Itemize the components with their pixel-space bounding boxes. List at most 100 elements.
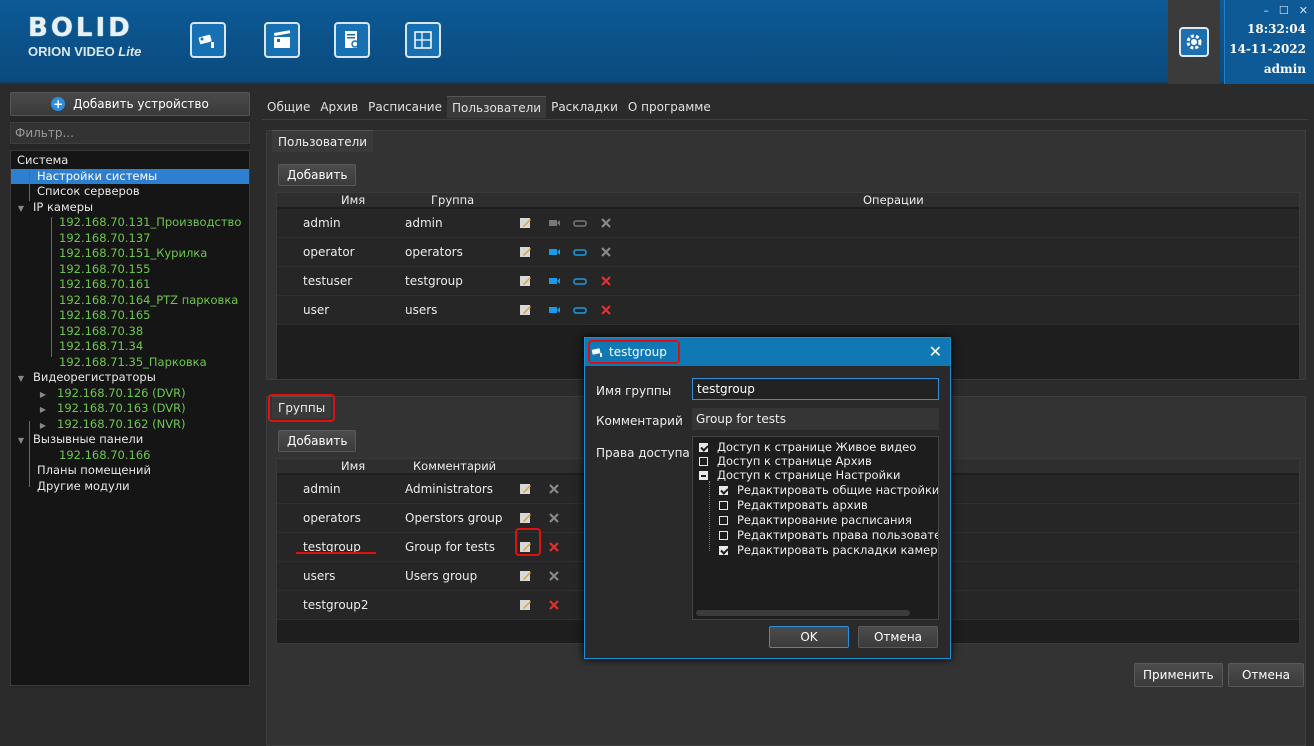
clapperboard-icon[interactable] — [264, 22, 300, 58]
tree-item-dvr[interactable]: ▶ 192.168.70.163 (DVR) — [11, 401, 249, 417]
tree-item-camera[interactable]: 192.168.70.164_PTZ парковка — [11, 293, 249, 309]
table-row[interactable]: admin admin — [277, 209, 1299, 238]
right-edit-layouts[interactable]: Редактировать раскладки камер — [719, 544, 938, 557]
comment-input[interactable]: Group for tests — [692, 408, 939, 430]
checkbox-unchecked[interactable] — [719, 501, 728, 510]
right-edit-schedule[interactable]: Редактирование расписания — [719, 514, 912, 527]
delete-icon[interactable] — [599, 217, 613, 229]
delete-icon[interactable] — [547, 541, 561, 553]
right-edit-archive[interactable]: Редактировать архив — [719, 499, 868, 512]
checkbox-partial[interactable] — [699, 471, 708, 480]
report-icon[interactable] — [334, 22, 370, 58]
edit-icon[interactable] — [519, 275, 533, 287]
tab-schedule[interactable]: Расписание — [363, 96, 447, 118]
archive-rights-icon[interactable] — [573, 217, 587, 229]
add-user-button[interactable]: Добавить — [278, 164, 357, 186]
checkbox-checked[interactable] — [719, 546, 728, 555]
group-name-input[interactable]: testgroup — [692, 378, 939, 400]
tree-item-floor-plans[interactable]: Планы помещений — [11, 463, 249, 479]
cancel-button[interactable]: Отмена — [1228, 663, 1304, 687]
tree-item-camera[interactable]: 192.168.70.137 — [11, 231, 249, 247]
tree-item-call-panel[interactable]: 192.168.70.166 — [11, 448, 249, 464]
table-row[interactable]: operator operators — [277, 238, 1299, 267]
filter-input[interactable]: Фильтр... — [10, 122, 250, 144]
camera-icon[interactable] — [190, 22, 226, 58]
video-rights-icon[interactable] — [547, 275, 561, 287]
tree-item-camera[interactable]: 192.168.70.165 — [11, 308, 249, 324]
expand-arrow-icon[interactable]: ▶ — [37, 387, 49, 403]
right-edit-user-rights[interactable]: Редактировать права пользовате — [719, 529, 938, 542]
add-group-button[interactable]: Добавить — [278, 430, 357, 452]
video-rights-icon[interactable] — [547, 246, 561, 258]
table-row[interactable]: testuser testgroup — [277, 267, 1299, 296]
archive-rights-icon[interactable] — [573, 304, 587, 316]
tab-general[interactable]: Общие — [262, 96, 315, 118]
delete-icon[interactable] — [599, 246, 613, 258]
expand-arrow-icon[interactable]: ▶ — [37, 418, 49, 434]
tab-about[interactable]: О программе — [623, 96, 716, 118]
checkbox-unchecked[interactable] — [719, 531, 728, 540]
checkbox-checked[interactable] — [719, 486, 728, 495]
right-edit-general[interactable]: Редактировать общие настройки — [719, 484, 938, 497]
video-rights-icon[interactable] — [547, 217, 561, 229]
edit-icon[interactable] — [519, 246, 533, 258]
tree-item-system[interactable]: Система — [11, 153, 249, 169]
settings-button[interactable] — [1168, 0, 1220, 84]
col-header-comment: Комментарий — [413, 459, 497, 473]
edit-icon[interactable] — [519, 217, 533, 229]
tree-item-server-list[interactable]: Список серверов — [11, 184, 249, 200]
tab-archive[interactable]: Архив — [315, 96, 363, 118]
edit-icon[interactable] — [519, 304, 533, 316]
tree-item-camera[interactable]: 192.168.70.38 — [11, 324, 249, 340]
right-archive[interactable]: Доступ к странице Архив — [699, 455, 872, 468]
delete-icon[interactable] — [599, 304, 613, 316]
edit-icon[interactable] — [519, 599, 533, 611]
tree-item-camera[interactable]: 192.168.70.151_Курилка — [11, 246, 249, 262]
collapse-arrow-icon[interactable]: ▼ — [15, 201, 27, 217]
edit-icon[interactable] — [519, 483, 533, 495]
table-row[interactable]: user users — [277, 296, 1299, 325]
tree-item-dvr[interactable]: ▶ 192.168.70.126 (DVR) — [11, 386, 249, 402]
delete-icon[interactable] — [547, 512, 561, 524]
delete-icon[interactable] — [547, 570, 561, 582]
close-icon[interactable]: ✕ — [929, 338, 942, 366]
checkbox-unchecked[interactable] — [699, 457, 708, 466]
collapse-arrow-icon[interactable]: ▼ — [15, 433, 27, 449]
minimize-icon[interactable]: – — [1263, 4, 1269, 17]
archive-rights-icon[interactable] — [573, 246, 587, 258]
horizontal-scrollbar[interactable] — [696, 610, 910, 616]
delete-icon[interactable] — [547, 599, 561, 611]
apply-button[interactable]: Применить — [1134, 663, 1223, 687]
tree-item-dvrs[interactable]: ▼ Видеорегистраторы — [11, 370, 249, 386]
checkbox-checked[interactable] — [699, 443, 708, 452]
delete-icon[interactable] — [599, 275, 613, 287]
tree-item-call-panels[interactable]: ▼ Вызывные панели — [11, 432, 249, 448]
video-rights-icon[interactable] — [547, 304, 561, 316]
ok-button[interactable]: OK — [769, 626, 849, 648]
tree-item-dvr[interactable]: ▶ 192.168.70.162 (NVR) — [11, 417, 249, 433]
tab-layouts[interactable]: Раскладки — [546, 96, 623, 118]
maximize-icon[interactable]: ☐ — [1279, 4, 1289, 17]
edit-icon[interactable] — [519, 570, 533, 582]
delete-icon[interactable] — [547, 483, 561, 495]
tree-item-camera[interactable]: 192.168.71.35_Парковка — [11, 355, 249, 371]
tree-item-camera[interactable]: 192.168.71.34 — [11, 339, 249, 355]
expand-arrow-icon[interactable]: ▶ — [37, 402, 49, 418]
archive-rights-icon[interactable] — [573, 275, 587, 287]
collapse-arrow-icon[interactable]: ▼ — [15, 371, 27, 387]
add-device-button[interactable]: + Добавить устройство — [10, 92, 250, 116]
edit-icon[interactable] — [519, 512, 533, 524]
tree-item-other-modules[interactable]: Другие модули — [11, 479, 249, 495]
right-settings[interactable]: Доступ к странице Настройки — [699, 469, 901, 482]
dialog-cancel-button[interactable]: Отмена — [858, 626, 938, 648]
tree-item-ip-cameras[interactable]: ▼ IP камеры — [11, 200, 249, 216]
close-icon[interactable]: ✕ — [1299, 4, 1308, 17]
tree-item-system-settings[interactable]: Настройки системы — [11, 168, 249, 184]
tree-item-camera[interactable]: 192.168.70.155 — [11, 262, 249, 278]
tab-users[interactable]: Пользователи — [446, 96, 547, 118]
right-live-video[interactable]: Доступ к странице Живое видео — [699, 441, 916, 454]
layout-icon[interactable] — [405, 22, 441, 58]
tree-item-camera[interactable]: 192.168.70.131_Производство — [11, 215, 249, 231]
tree-item-camera[interactable]: 192.168.70.161 — [11, 277, 249, 293]
checkbox-unchecked[interactable] — [719, 516, 728, 525]
